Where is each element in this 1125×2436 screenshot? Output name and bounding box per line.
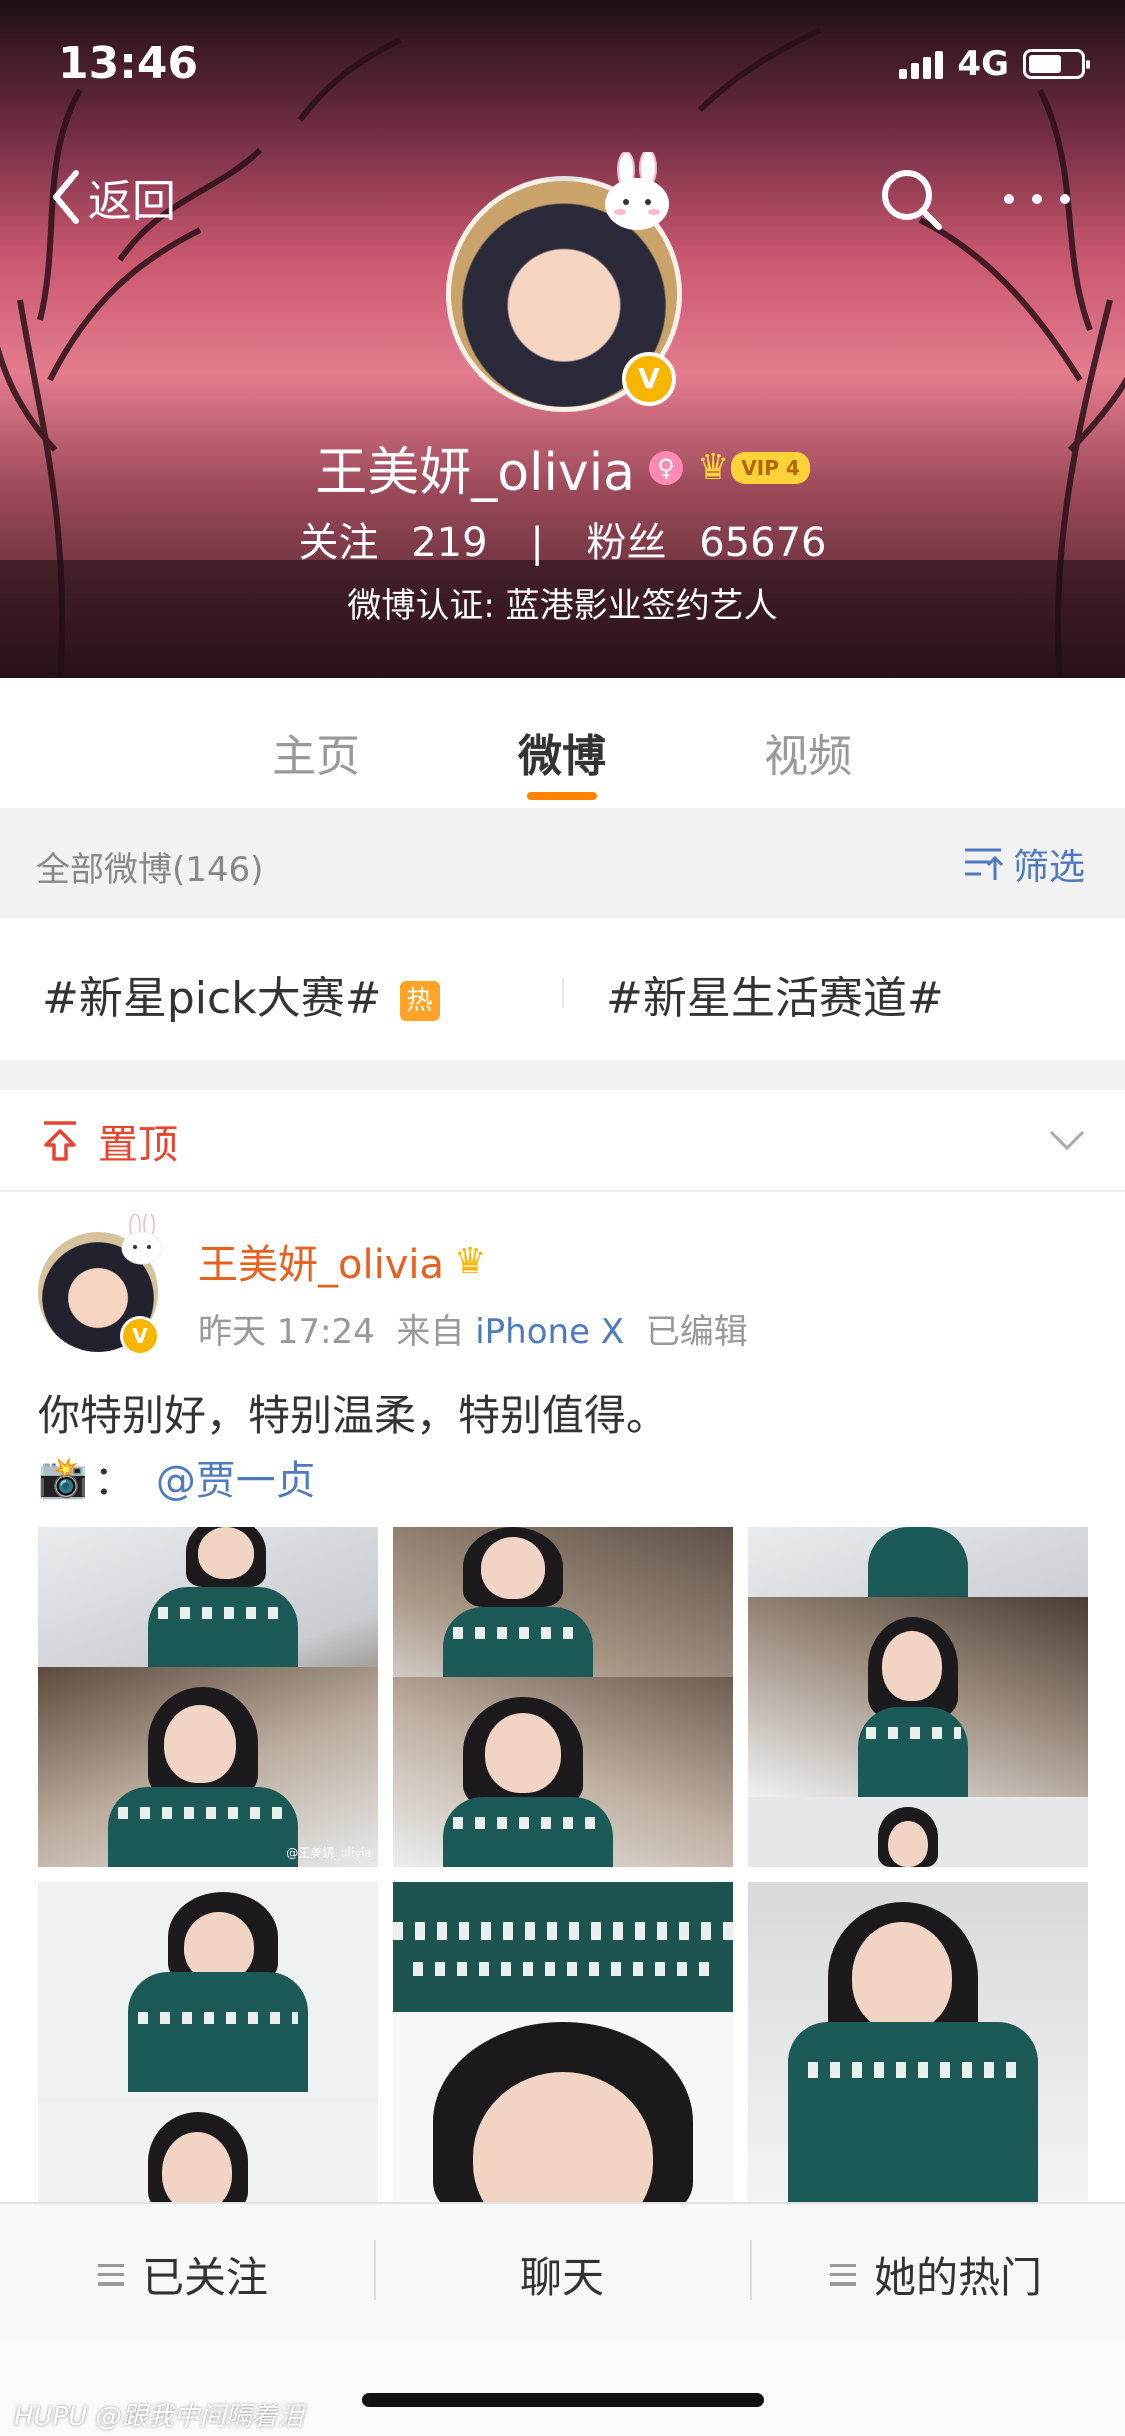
more-icon[interactable] <box>997 165 1077 235</box>
her-hot-button[interactable]: 她的热门 <box>830 2244 1042 2305</box>
photo-credit: 📸 ： @贾一贞 <box>38 1448 316 1506</box>
tab-weibo[interactable]: 微博 <box>518 720 606 784</box>
chevron-left-icon <box>53 170 79 224</box>
chevron-down-icon[interactable] <box>1047 1120 1087 1160</box>
photo-thumbnail[interactable] <box>748 1527 1088 1867</box>
topic-bar: #新星pick大赛# 热 #新星生活赛道# <box>0 918 1125 1060</box>
footer-credit: HUPU @跟我中间隔着泪 <box>14 2402 304 2432</box>
signal-icon <box>899 49 944 79</box>
post-from-label: 来自 <box>396 1312 465 1352</box>
post-text: 你特别好，特别温柔，特别值得。 <box>38 1391 669 1440</box>
followed-label: 已关注 <box>142 2253 269 2302</box>
profile-name: 王美妍_olivia <box>315 443 636 503</box>
post-source[interactable]: iPhone X <box>475 1312 624 1352</box>
filter-button[interactable]: 筛选 <box>963 838 1085 890</box>
photo-thumbnail[interactable] <box>38 1882 378 2222</box>
search-icon[interactable] <box>877 165 947 235</box>
following-link[interactable]: 关注 219 <box>289 520 498 566</box>
back-label: 返回 <box>88 176 176 227</box>
image-watermark: @王美妍_olivia <box>286 1846 372 1860</box>
hot-badge: 热 <box>399 981 440 1021</box>
crown-icon: ♛ <box>454 1240 487 1282</box>
menu-icon <box>830 2263 856 2286</box>
fans-link[interactable]: 粉丝 65676 <box>577 520 837 566</box>
photo-thumbnail[interactable] <box>748 1882 1088 2222</box>
post-meta: 昨天 17:24 来自 iPhone X 已编辑 <box>198 1304 748 1353</box>
tab-home[interactable]: 主页 <box>272 720 360 784</box>
stats-separator: | <box>530 520 544 566</box>
divider <box>750 2240 752 2300</box>
home-indicator[interactable] <box>362 2393 764 2407</box>
verified-badge: V <box>622 352 676 406</box>
verification-text: 微博认证: 蓝港影业签约艺人 <box>347 586 778 626</box>
pinned-label: 置顶 <box>98 1122 178 1168</box>
filter-label: 筛选 <box>1012 847 1085 888</box>
photo-thumbnail[interactable]: @王美妍_olivia <box>38 1527 378 1867</box>
post-time: 昨天 17:24 <box>198 1312 375 1352</box>
pinned-header[interactable]: 置顶 <box>0 1090 1125 1192</box>
profile-stats: 关注 219 | 粉丝 65676 <box>0 510 1125 568</box>
weibo-count: 全部微博(146) <box>36 850 264 890</box>
status-time: 13:46 <box>58 38 199 89</box>
chat-button[interactable]: 聊天 <box>520 2244 604 2305</box>
divider <box>374 2240 376 2300</box>
photo-thumbnail[interactable] <box>393 1882 733 2222</box>
fans-count: 65676 <box>699 520 827 566</box>
photo-thumbnail[interactable] <box>393 1527 733 1867</box>
following-count: 219 <box>411 520 488 566</box>
bunny-decoration-icon <box>605 152 669 230</box>
network-label: 4G <box>957 44 1009 84</box>
bottom-action-bar: 已关注 聊天 她的热门 <box>0 2202 1125 2340</box>
post-edited: 已编辑 <box>645 1312 748 1352</box>
colon: ： <box>93 1458 134 1504</box>
status-bar: 13:46 4G <box>58 38 1090 98</box>
post-author[interactable]: 王美妍_olivia <box>198 1232 444 1290</box>
vip-level: VIP 4 <box>731 451 810 484</box>
menu-icon <box>98 2263 124 2286</box>
profile-tabs: 主页 微博 视频 <box>0 678 1125 808</box>
female-icon: ♀ <box>649 450 684 485</box>
chat-label: 聊天 <box>520 2253 605 2302</box>
filter-icon <box>964 848 1003 880</box>
topic-label: #新星pick大赛# <box>42 973 382 1024</box>
bunny-decoration-icon <box>121 1214 163 1265</box>
vip-badge[interactable]: ♛ VIP 4 <box>697 447 810 488</box>
post-verified-badge: V <box>120 1316 160 1356</box>
mention-link[interactable]: @贾一贞 <box>156 1448 316 1506</box>
weibo-post: V 王美妍_olivia ♛ 昨天 17:24 来自 iPhone X 已编辑 … <box>0 1192 1125 2222</box>
fans-label: 粉丝 <box>586 520 667 566</box>
back-button[interactable]: 返回 <box>50 165 176 229</box>
topic-divider <box>562 978 564 1008</box>
battery-icon <box>1023 49 1090 79</box>
hot-label: 她的热门 <box>874 2253 1043 2302</box>
active-tab-indicator <box>527 792 597 800</box>
pin-icon <box>44 1121 76 1161</box>
followed-button[interactable]: 已关注 <box>98 2244 268 2305</box>
topic-new-star-pick[interactable]: #新星pick大赛# 热 <box>42 962 440 1026</box>
profile-header: 13:46 4G 返回 V 王美妍_olivia ♀ ♛ VIP 4 关注 21… <box>0 0 1125 678</box>
tab-video[interactable]: 视频 <box>764 720 852 784</box>
topic-new-star-life[interactable]: #新星生活赛道# <box>606 962 944 1026</box>
crown-icon: ♛ <box>697 447 730 488</box>
filter-bar: 全部微博(146) 筛选 <box>0 808 1125 918</box>
camera-icon: 📸 <box>38 1454 88 1501</box>
profile-avatar[interactable]: V <box>446 152 682 412</box>
following-label: 关注 <box>298 520 379 566</box>
